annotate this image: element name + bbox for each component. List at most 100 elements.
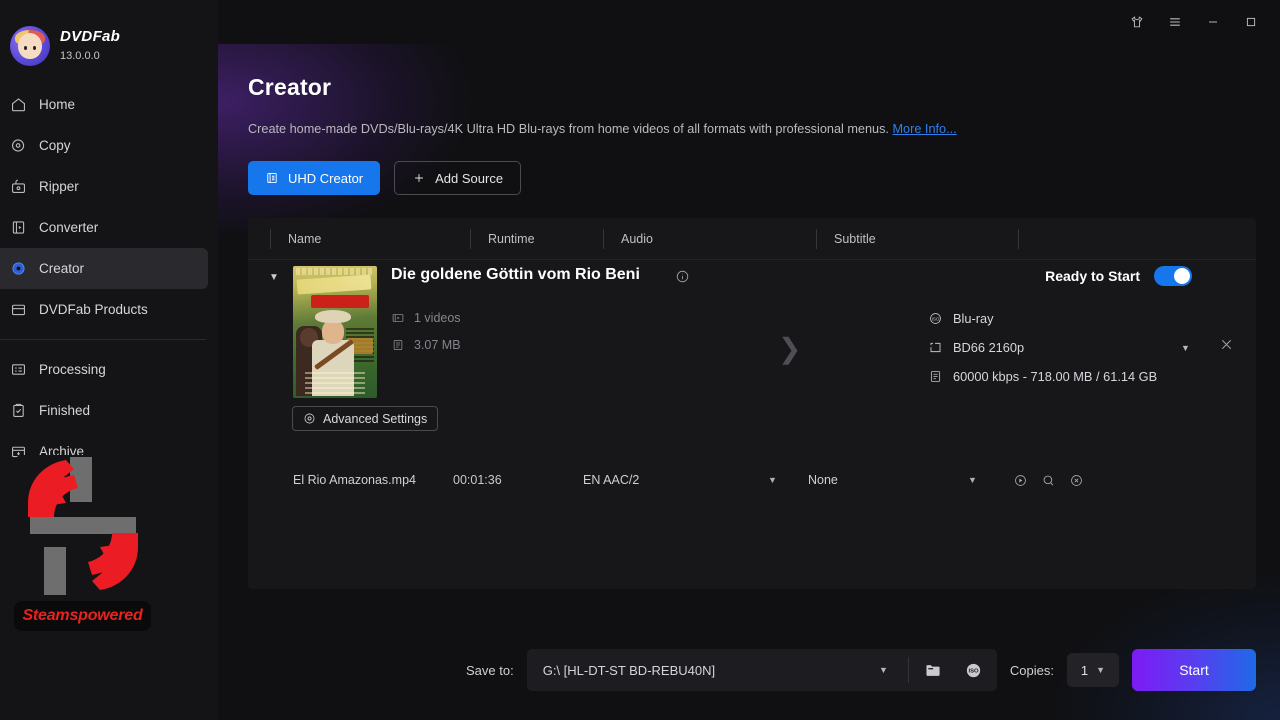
column-header-runtime: Runtime	[470, 228, 603, 249]
disc-copy-icon	[10, 137, 27, 154]
play-circle-icon[interactable]	[1013, 473, 1028, 488]
copies-stepper[interactable]: 1 ▼	[1067, 653, 1119, 687]
remove-title-icon[interactable]	[1218, 336, 1235, 353]
sidebar-item-converter[interactable]: Converter	[0, 207, 208, 248]
file-runtime: 00:01:36	[453, 473, 502, 487]
sidebar-item-copy[interactable]: Copy	[0, 125, 208, 166]
start-button[interactable]: Start	[1132, 649, 1256, 691]
processing-icon	[10, 361, 27, 378]
gear-crack-icon	[14, 455, 151, 595]
iso-icon[interactable]: ISO	[959, 661, 989, 680]
page-description-text: Create home-made DVDs/Blu-rays/4K Ultra …	[248, 122, 889, 136]
page-title: Creator	[248, 74, 332, 100]
enable-toggle[interactable]	[1154, 266, 1192, 286]
save-path-field[interactable]: G:\ [HL-DT-ST BD-REBU40N] ▼ ISO	[526, 649, 997, 691]
sidebar-item-label: Home	[39, 97, 76, 112]
copies-label: Copies:	[1009, 662, 1054, 678]
file-audio-track[interactable]: EN AAC/2	[583, 473, 768, 487]
convert-arrow-icon: ❯	[778, 333, 802, 364]
action-buttons: UHD Creator Add Source	[248, 161, 1256, 195]
table-header: Name Runtime Audio Subtitle	[248, 218, 1256, 260]
remove-circle-icon[interactable]	[1069, 473, 1084, 488]
file-name: El Rio Amazonas.mp4	[293, 473, 416, 487]
title-bar	[218, 0, 1280, 44]
status-badge: Ready to Start	[1045, 268, 1140, 284]
column-header-actions	[1018, 228, 1078, 249]
output-format-label: Blu-ray	[953, 311, 994, 326]
subtitle-dropdown-caret[interactable]: ▼	[968, 475, 1013, 485]
copies-value: 1	[1080, 662, 1089, 678]
page-description: Create home-made DVDs/Blu-rays/4K Ultra …	[248, 122, 1256, 136]
uhd-creator-icon	[265, 171, 279, 185]
video-count-icon	[391, 311, 405, 325]
copies-dropdown-caret[interactable]: ▼	[1096, 665, 1105, 675]
ready-status: Ready to Start	[1045, 266, 1192, 286]
folder-icon[interactable]	[919, 661, 949, 680]
movie-meta: 1 videos 3.07 MB	[391, 304, 461, 358]
column-header-audio: Audio	[603, 228, 816, 249]
divider	[907, 657, 909, 683]
output-quality-label: BD66 2160p	[953, 340, 1025, 355]
watermark-label: Steamspowered	[14, 601, 151, 631]
creator-disc-icon	[10, 260, 27, 277]
info-icon[interactable]	[675, 269, 690, 284]
movie-poster-thumbnail[interactable]	[293, 266, 377, 398]
audio-dropdown-caret[interactable]: ▼	[768, 475, 808, 485]
video-count-label: 1 videos	[414, 310, 461, 325]
hamburger-menu-icon[interactable]	[1160, 8, 1190, 36]
sidebar-item-ripper[interactable]: Ripper	[0, 166, 208, 207]
quality-dropdown-caret[interactable]: ▼	[1181, 343, 1190, 353]
file-size-label: 3.07 MB	[414, 337, 461, 352]
table-row: ▼ Die goldene Göttin vom Rio Beni 1 vide…	[248, 260, 1256, 487]
advanced-settings-button[interactable]: Advanced Settings	[292, 406, 439, 431]
brand-header: DVDFab 13.0.0.0	[0, 0, 218, 72]
sidebar: DVDFab 13.0.0.0 Home Copy Ripper Convert…	[0, 0, 218, 720]
advanced-settings-label: Advanced Settings	[323, 411, 428, 426]
bottom-bar: Save to: G:\ [HL-DT-ST BD-REBU40N] ▼ ISO…	[466, 648, 1256, 692]
avatar	[10, 26, 50, 66]
home-icon	[10, 96, 27, 113]
file-subtitle-track[interactable]: None	[808, 473, 968, 487]
sidebar-item-dvdfab-products[interactable]: DVDFab Products	[0, 289, 208, 330]
movie-title: Die goldene Göttin vom Rio Beni	[391, 266, 640, 283]
sidebar-item-finished[interactable]: Finished	[0, 390, 208, 431]
sidebar-item-creator[interactable]: Creator	[0, 248, 208, 289]
output-info: ISO Blu-ray BD66 2160p ▼ 60000 kbps - 71…	[928, 304, 1190, 391]
finished-clipboard-icon	[10, 402, 27, 419]
page-content: Creator Create home-made DVDs/Blu-rays/4…	[218, 74, 1280, 589]
sidebar-nav: Home Copy Ripper Converter Creator DVDFa…	[0, 84, 218, 472]
quality-icon	[928, 340, 943, 355]
settings-gear-icon	[303, 412, 316, 425]
file-sub-row: El Rio Amazonas.mp4 00:01:36 EN AAC/2 ▼ …	[248, 458, 1256, 502]
svg-text:ISO: ISO	[932, 316, 940, 321]
output-bitrate-label: 60000 kbps - 718.00 MB / 61.14 GB	[953, 369, 1158, 384]
sidebar-item-label: DVDFab Products	[39, 302, 148, 317]
sidebar-item-label: Finished	[39, 403, 91, 418]
converter-icon	[10, 219, 27, 236]
row-expand-caret[interactable]: ▼	[269, 272, 279, 283]
sidebar-divider	[0, 339, 206, 340]
sidebar-item-label: Copy	[39, 138, 71, 153]
add-source-button[interactable]: Add Source	[394, 161, 522, 195]
sidebar-item-label: Creator	[39, 261, 85, 276]
dvdfab-window: DVDFab 13.0.0.0 Home Copy Ripper Convert…	[0, 0, 1280, 720]
sidebar-item-processing[interactable]: Processing	[0, 349, 208, 390]
tshirt-icon[interactable]	[1122, 8, 1152, 36]
ripper-icon	[10, 178, 27, 195]
search-icon[interactable]	[1041, 473, 1056, 488]
sidebar-item-label: Processing	[39, 362, 106, 377]
column-header-subtitle: Subtitle	[816, 228, 1018, 249]
save-path-value: G:\ [HL-DT-ST BD-REBU40N]	[542, 662, 716, 678]
bitrate-icon	[928, 369, 943, 384]
app-version: 13.0.0.0	[60, 50, 100, 62]
uhd-creator-button[interactable]: UHD Creator	[248, 161, 381, 195]
minimize-icon[interactable]	[1198, 8, 1228, 36]
maximize-icon[interactable]	[1236, 8, 1266, 36]
steamspowered-watermark: Steamspowered	[14, 455, 151, 631]
save-path-dropdown-caret[interactable]: ▼	[879, 665, 898, 675]
iso-icon: ISO	[928, 311, 943, 326]
more-info-link[interactable]: More Info...	[892, 122, 956, 136]
sidebar-item-home[interactable]: Home	[0, 84, 208, 125]
source-table-panel: Name Runtime Audio Subtitle ▼ Die golden…	[248, 218, 1256, 589]
main-area: Creator Create home-made DVDs/Blu-rays/4…	[218, 0, 1280, 720]
